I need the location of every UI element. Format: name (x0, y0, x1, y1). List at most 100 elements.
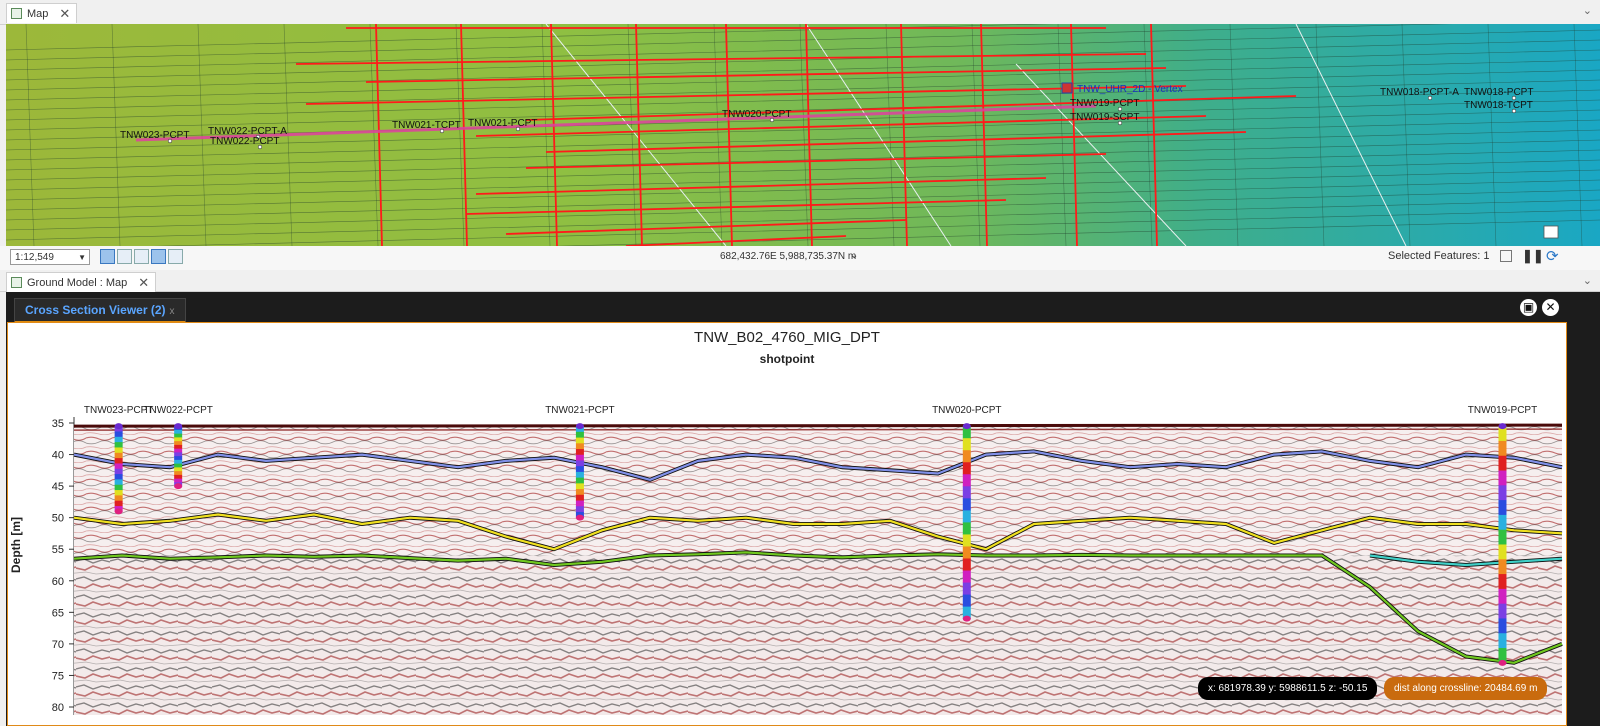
borehole-label[interactable]: TNW022-PCPT (143, 405, 212, 416)
borehole-segment (174, 456, 183, 461)
close-icon[interactable]: x (170, 306, 175, 317)
borehole-segment (1498, 440, 1507, 457)
close-icon[interactable]: ✕ (138, 275, 149, 291)
seismic-section-svg[interactable]: 35404550556065707580 TNW023-PCPTTNW022-P… (8, 323, 1566, 725)
close-icon[interactable]: ✕ (1542, 299, 1559, 316)
borehole-segment (174, 444, 183, 450)
tab-cross-section-viewer[interactable]: Cross Section Viewer (2) x (14, 298, 186, 323)
borehole-bottom (1498, 659, 1507, 666)
borehole-bottom (962, 615, 971, 622)
pause-icon[interactable]: ❚❚ (1522, 248, 1544, 264)
seabed-reflector (73, 428, 1563, 431)
y-tick-label: 40 (52, 450, 64, 462)
borehole-segment (1498, 574, 1507, 590)
y-tick-label: 80 (52, 702, 64, 714)
measure-tool-icon[interactable] (168, 249, 183, 264)
borehole-segment (1498, 455, 1507, 472)
borehole-segment (114, 442, 123, 448)
borehole-segment (962, 534, 971, 547)
viewer-tab-label: Cross Section Viewer (2) (25, 303, 166, 317)
borehole-segment (174, 437, 183, 442)
cpt-label[interactable]: TNW022-PCPT (210, 136, 279, 147)
y-tick-label: 65 (52, 607, 64, 619)
borehole-segment (174, 459, 183, 465)
tab-ground-model-label: Ground Model : Map (27, 276, 128, 289)
cpt-label[interactable]: TNW018-PCPT-A (1380, 87, 1459, 98)
navigate-tool-icon[interactable] (100, 249, 115, 264)
tab-map[interactable]: Map ✕ (6, 3, 78, 23)
cpt-label[interactable]: TNW019-SCPT (1070, 112, 1139, 123)
seismic-upper-unit (74, 426, 1562, 556)
borehole-segment (575, 454, 584, 461)
cpt-marker (1117, 120, 1123, 126)
snap-tool-icon[interactable] (134, 249, 149, 264)
borehole-segment (174, 463, 183, 468)
refresh-icon[interactable]: ⟳ (1546, 247, 1559, 265)
borehole-segment (174, 429, 183, 435)
borehole-segment (962, 510, 971, 523)
cpt-label[interactable]: TNW020-PCPT (722, 109, 791, 120)
borehole-segment (114, 495, 123, 502)
borehole-segment (1498, 588, 1507, 605)
scale-value: 1:12,549 (15, 252, 54, 263)
chevron-down-icon[interactable]: ⌄ (1583, 274, 1592, 287)
cpt-label[interactable]: TNW021-PCPT (468, 118, 537, 129)
borehole-segment (575, 494, 584, 502)
borehole-segment (174, 478, 183, 483)
borehole-bottom (575, 514, 584, 521)
borehole-top (114, 423, 123, 430)
cpt-label[interactable]: TNW019-PCPT (1070, 98, 1139, 109)
tab-map-label: Map (27, 7, 49, 20)
borehole-segment (114, 474, 123, 480)
borehole-segment (962, 474, 971, 487)
borehole-segment (575, 483, 584, 490)
selected-features-count[interactable]: Selected Features: 1 (1388, 250, 1490, 262)
cpt-label[interactable]: TNW018-PCPT (1464, 87, 1533, 98)
borehole-top (174, 423, 183, 430)
map-icon (11, 277, 22, 288)
borehole-segment (1498, 633, 1507, 649)
borehole-segment (114, 484, 123, 491)
viewer-header: Cross Section Viewer (2) x ▣ ✕ (6, 292, 1600, 323)
borehole-segment (174, 433, 183, 438)
borehole-segment (1498, 514, 1507, 531)
vertex-label[interactable]: TNW_UHR_2D - Vertex (1077, 84, 1183, 95)
seabed-reflector (73, 423, 1563, 428)
borehole-segment (114, 431, 123, 438)
borehole-segment (575, 477, 584, 484)
y-tick-label: 70 (52, 639, 64, 651)
select-tool-icon[interactable] (151, 249, 166, 264)
legend-icon[interactable] (1543, 225, 1559, 239)
cross-section-viewer: Cross Section Viewer (2) x ▣ ✕ 35 40 45 … (6, 292, 1600, 726)
y-tick-label: 75 (52, 670, 64, 682)
map-view[interactable]: TNW023-PCPT TNW022-PCPT-ATNW022-PCPTTNW02… (6, 24, 1600, 246)
borehole-top (1498, 423, 1507, 430)
borehole-segment (962, 594, 971, 608)
tab-ground-model[interactable]: Ground Model : Map ✕ (6, 272, 157, 292)
cpt-marker (1427, 95, 1433, 101)
cpt-label[interactable]: TNW021-TCPT (392, 120, 461, 131)
cpt-label[interactable]: TNW023-PCPT (120, 130, 189, 141)
section-title: TNW_B02_4760_MIG_DPT (694, 329, 880, 346)
grid-tool-icon[interactable] (117, 249, 132, 264)
borehole-segment (114, 458, 123, 464)
borehole-bottom (174, 483, 183, 490)
cpt-label[interactable]: TNW018-TCPT (1464, 100, 1533, 111)
borehole-segment (962, 558, 971, 572)
table-icon[interactable] (1500, 250, 1512, 262)
close-icon[interactable]: ✕ (59, 6, 70, 22)
cross-section-plot[interactable]: 35 40 45 50 55 60 65 70 75 80 TNW023-PCPT TNW022-P… (7, 322, 1567, 726)
borehole-segment (174, 467, 183, 472)
maximize-icon[interactable]: ▣ (1520, 299, 1537, 316)
map-tools (100, 249, 183, 264)
borehole-label[interactable]: TNW019-PCPT (1468, 405, 1537, 416)
chevron-down-icon[interactable]: ⌄ (850, 250, 858, 261)
borehole-label[interactable]: TNW021-PCPT (545, 405, 614, 416)
scale-select[interactable]: 1:12,549 ▼ (10, 249, 90, 265)
cpt-marker (257, 144, 263, 150)
cpt-marker (1117, 106, 1123, 112)
borehole-segment (575, 437, 584, 444)
chevron-down-icon[interactable]: ⌄ (1583, 4, 1592, 17)
borehole-label[interactable]: TNW020-PCPT (932, 405, 1001, 416)
cpt-marker (167, 138, 173, 144)
